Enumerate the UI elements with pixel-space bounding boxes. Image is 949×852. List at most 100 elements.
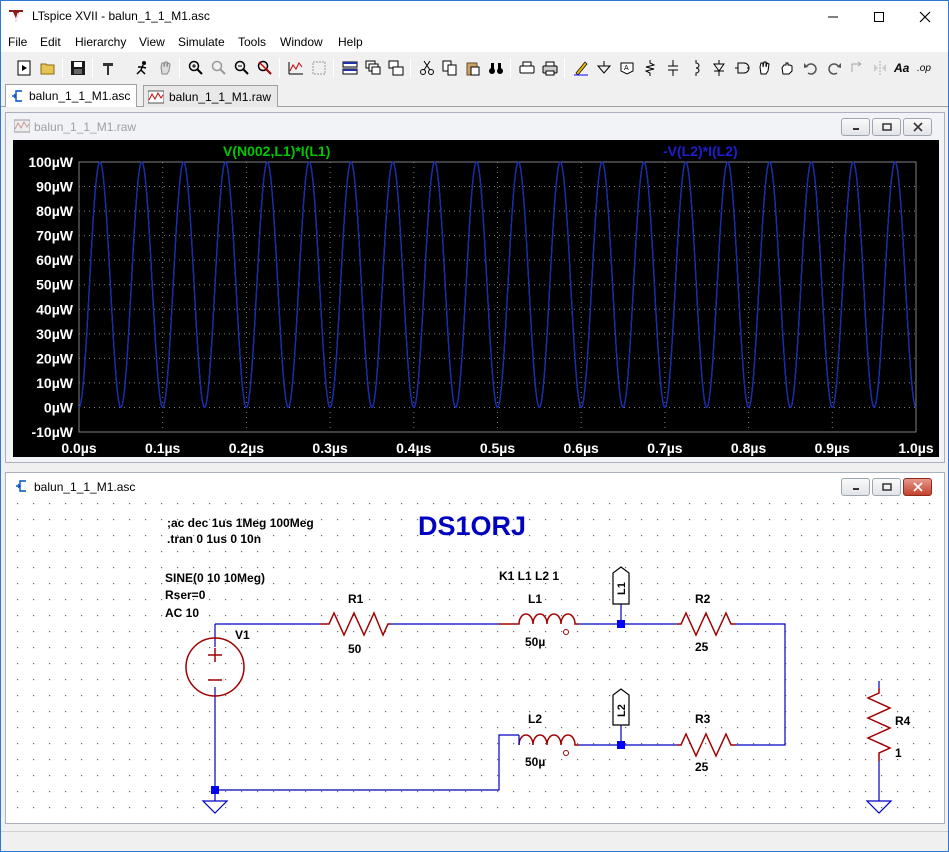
capacitor-button[interactable] [662,57,684,79]
inductor-button[interactable] [685,57,707,79]
print-button[interactable] [539,57,561,79]
schematic-grid [13,501,939,819]
move-button[interactable] [754,57,776,79]
cut-button[interactable] [416,57,438,79]
menu-help[interactable]: Help [338,35,363,49]
zoom-fit-button[interactable] [254,57,276,79]
drag-hand-icon [781,62,793,75]
run-button[interactable] [131,57,153,79]
minimize-icon [828,16,838,17]
r2-value[interactable]: 25 [695,640,709,654]
waveform-plot[interactable]: 100µW 90µW 80µW 70µW 60µW 50µW 40µW 30µW 20µW 10µ… [13,140,939,457]
waveform-chart[interactable]: 100µW 90µW 80µW 70µW 60µW 50µW 40µW 30µW 20µW 10µ… [13,140,939,457]
menu-hierarchy[interactable]: Hierarchy [75,35,126,49]
inductor-icon [695,60,700,76]
minimize-button[interactable] [810,1,856,32]
draw-wire-button[interactable] [570,57,592,79]
menu-tools[interactable]: Tools [238,35,266,49]
print-preview-button[interactable] [516,57,538,79]
undo-button[interactable] [800,57,822,79]
l2-name[interactable]: L2 [528,712,542,726]
maximize-button[interactable] [856,1,902,32]
ground-icon [596,61,612,74]
menu-window[interactable]: Window [280,35,323,49]
v1-name[interactable]: V1 [235,628,250,642]
spice-directive-button[interactable]: .op [915,57,937,79]
menu-view[interactable]: View [139,35,165,49]
coupling-directive[interactable]: K1 L1 L2 1 [499,569,559,583]
x-tick-label: 0.6µs [564,440,600,456]
waveform-minimize-button[interactable] [841,118,870,136]
tile-vertical-button[interactable] [385,57,407,79]
zoom-out-button[interactable] [231,57,253,79]
open-button[interactable] [37,57,59,79]
tab-waveform[interactable]: balun_1_1_M1.raw [143,85,279,107]
waveform-restore-button[interactable] [872,118,901,136]
ac-directive-text[interactable]: ;ac dec 1us 1Meg 100Meg [167,516,314,530]
menu-edit[interactable]: Edit [40,35,61,49]
zoom-pan-button[interactable] [208,57,230,79]
save-button[interactable] [67,57,89,79]
r1-name[interactable]: R1 [348,592,364,606]
v1-ac-param[interactable]: AC 10 [165,606,199,620]
resistor-button[interactable] [639,57,661,79]
paste-button[interactable] [462,57,484,79]
find-button[interactable] [485,57,507,79]
schematic-canvas[interactable]: ;ac dec 1us 1Meg 100Meg .tran 0 1us 0 10… [13,501,939,819]
tile-horizontal-icon [342,61,358,75]
y-tick-label: -10µW [31,424,73,440]
net-label-l2[interactable]: L2 [612,688,630,726]
rotate-button[interactable] [846,57,868,79]
call-sign-title[interactable]: DS1ORJ [418,511,526,541]
schematic-icon [12,90,22,102]
new-schematic-button[interactable] [13,57,35,79]
text-button[interactable]: Aa [892,57,914,79]
close-button[interactable] [902,1,948,32]
copy-icon [442,60,457,76]
hand-icon [160,61,171,75]
r3-name[interactable]: R3 [695,712,711,726]
y-tick-label: 40µW [36,301,74,317]
drag-button[interactable] [777,57,799,79]
r3-value[interactable]: 25 [695,760,709,774]
r4-name[interactable]: R4 [895,714,911,728]
copy-button[interactable] [439,57,461,79]
manual-limits-button[interactable] [308,57,330,79]
net-label-l1[interactable]: L1 [612,566,630,605]
window-title: LTspice XVII - balun_1_1_M1.asc [32,9,210,23]
tab-schematic[interactable]: balun_1_1_M1.asc [5,84,138,107]
diode-button[interactable] [708,57,730,79]
control-panel-button[interactable] [98,57,120,79]
autorange-button[interactable] [285,57,307,79]
tran-directive-text[interactable]: .tran 0 1us 0 10n [167,532,261,546]
v1-rser-param[interactable]: Rser=0 [165,588,206,602]
l1-name[interactable]: L1 [528,592,542,606]
schematic-close-button[interactable] [903,478,932,496]
ltspice-window: LTspice XVII - balun_1_1_M1.asc File Edi… [0,0,949,852]
ground-button[interactable] [593,57,615,79]
redo-button[interactable] [823,57,845,79]
cascade-button[interactable] [362,57,384,79]
zoom-in-button[interactable] [185,57,207,79]
minimize-icon [852,128,859,130]
move-hand-icon [759,61,770,75]
waveform-close-button[interactable] [903,118,932,136]
junction-dot [617,620,625,628]
mirror-button[interactable] [869,57,891,79]
schematic-drawing[interactable]: ;ac dec 1us 1Meg 100Meg .tran 0 1us 0 10… [13,501,939,819]
r4-value[interactable]: 1 [895,746,902,760]
l2-value[interactable]: 50µ [525,755,545,769]
spice-directive-icon: .op [917,63,931,74]
tile-horizontal-button[interactable] [339,57,361,79]
component-button[interactable] [731,57,753,79]
v1-sine-param[interactable]: SINE(0 10 10Meg) [165,571,265,585]
halt-button[interactable] [154,57,176,79]
r2-name[interactable]: R2 [695,592,711,606]
label-net-button[interactable]: A [616,57,638,79]
schematic-restore-button[interactable] [872,478,901,496]
schematic-minimize-button[interactable] [841,478,870,496]
l1-value[interactable]: 50µ [525,635,545,649]
menu-file[interactable]: File [8,35,27,49]
menu-simulate[interactable]: Simulate [178,35,225,49]
r1-value[interactable]: 50 [348,642,362,656]
